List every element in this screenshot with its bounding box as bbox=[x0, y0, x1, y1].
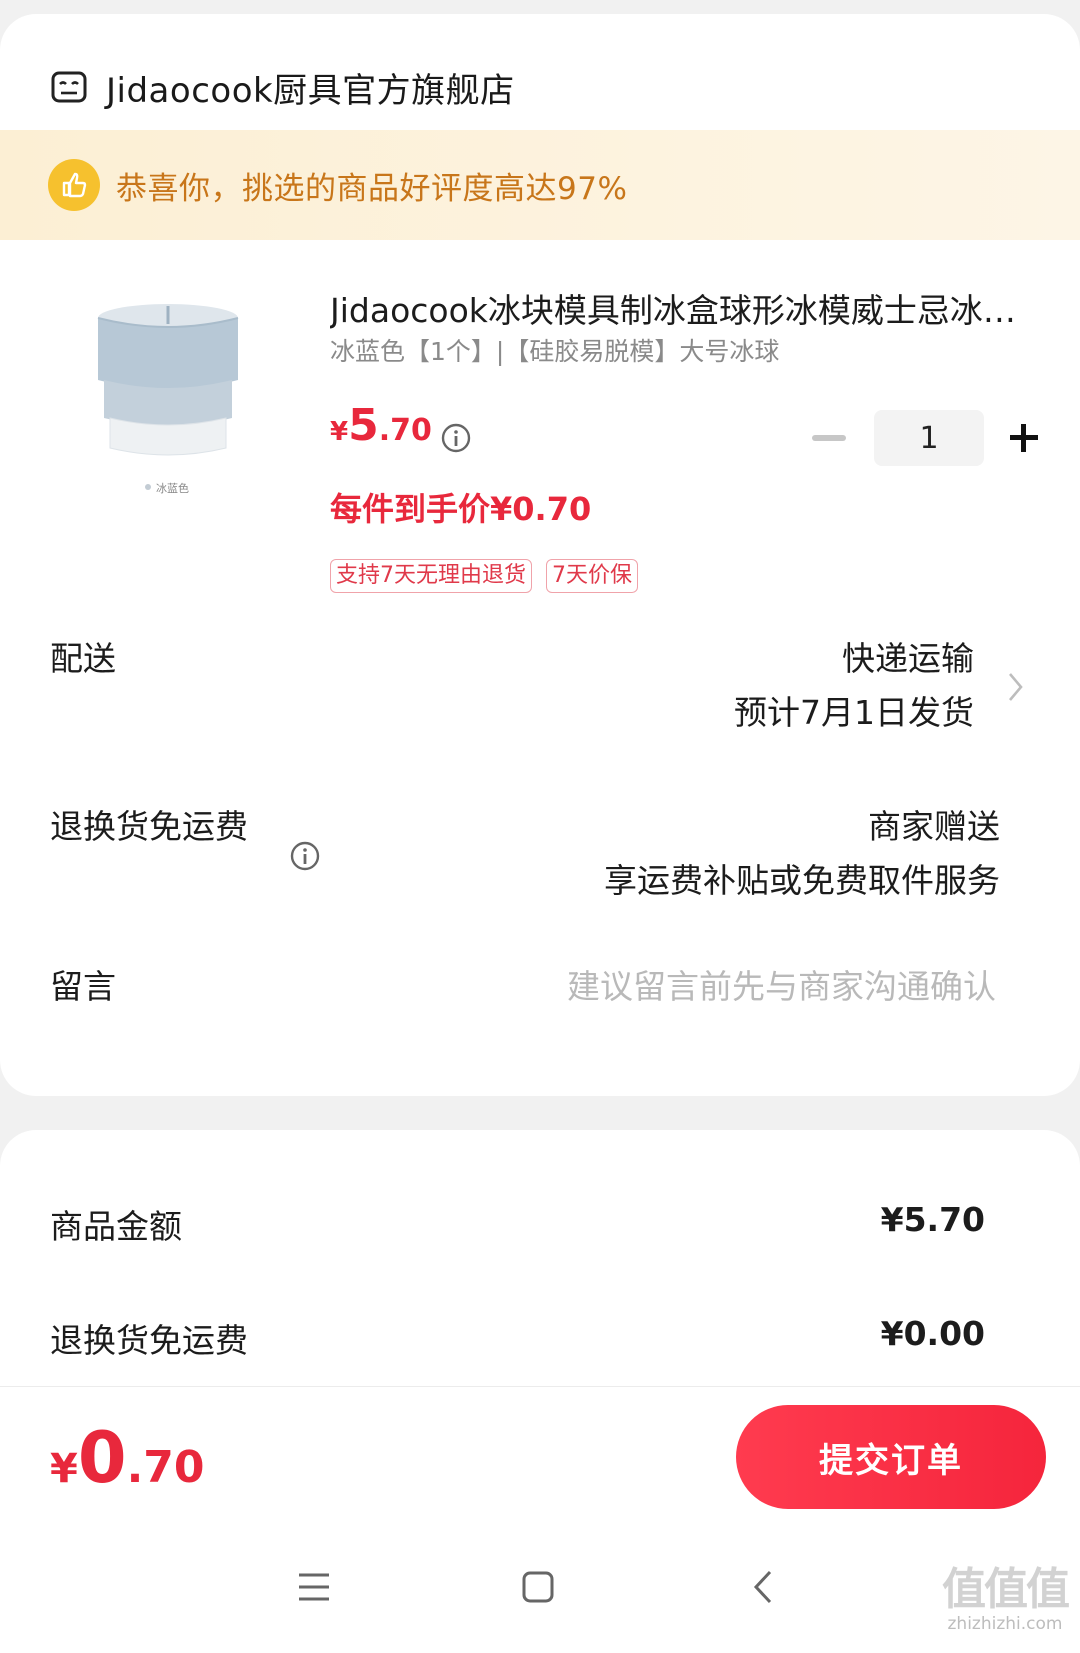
system-nav-bar bbox=[0, 1526, 1080, 1653]
store-icon bbox=[51, 71, 87, 103]
order-card: Jidaocook厨具官方旗舰店 恭喜你，挑选的商品好评度高达97% 冰蓝色 J… bbox=[0, 14, 1080, 1096]
total-price: ¥ 0 .70 bbox=[50, 1417, 205, 1499]
total-currency: ¥ bbox=[50, 1446, 78, 1492]
price-integer: 5 bbox=[348, 400, 379, 451]
product-price: ¥ 5 .70 bbox=[330, 400, 432, 451]
message-input[interactable]: 建议留言前先与商家沟通确认 bbox=[567, 960, 996, 1008]
delivery-method[interactable]: 快递运输 bbox=[842, 632, 974, 680]
rating-banner: 恭喜你，挑选的商品好评度高达97% bbox=[0, 130, 1080, 240]
delivery-estimate: 预计7月1日发货 bbox=[734, 693, 974, 732]
product-image[interactable]: 冰蓝色 bbox=[60, 284, 280, 534]
message-label: 留言 bbox=[50, 967, 116, 1006]
menu-icon[interactable] bbox=[289, 1562, 339, 1612]
price-currency: ¥ bbox=[330, 417, 349, 447]
price-decimal: .70 bbox=[378, 413, 432, 448]
total-integer: 0 bbox=[77, 1417, 127, 1499]
order-confirm-page: Jidaocook厨具官方旗舰店 恭喜你，挑选的商品好评度高达97% 冰蓝色 J… bbox=[0, 0, 1080, 1653]
return-shipping-note: 享运费补贴或免费取件服务 bbox=[604, 861, 1000, 900]
product-image-label: 冰蓝色 bbox=[156, 481, 189, 495]
summary-value-return: ¥0.00 bbox=[880, 1314, 985, 1353]
store-header[interactable]: Jidaocook厨具官方旗舰店 bbox=[50, 50, 515, 124]
summary-label-goods: 商品金额 bbox=[50, 1207, 182, 1246]
increase-quantity-button[interactable] bbox=[1004, 418, 1044, 458]
product-title[interactable]: Jidaocook冰块模具制冰盒球形冰模威士忌冰球模具 bbox=[330, 284, 1020, 332]
service-tags: 支持7天无理由退货 7天价保 bbox=[330, 559, 652, 593]
delivery-label: 配送 bbox=[50, 639, 116, 678]
return-shipping-value: 商家赠送 bbox=[868, 807, 1000, 846]
quantity-stepper: 1 bbox=[812, 410, 1044, 466]
submit-order-button[interactable]: 提交订单 bbox=[736, 1405, 1046, 1509]
quantity-input[interactable]: 1 bbox=[874, 410, 984, 466]
chevron-right-icon[interactable] bbox=[1006, 670, 1026, 704]
return-shipping-label: 退换货免运费 bbox=[50, 807, 248, 846]
store-name: Jidaocook厨具官方旗舰店 bbox=[106, 70, 515, 111]
tag-price-protect: 7天价保 bbox=[546, 559, 638, 593]
thumbs-up-icon bbox=[48, 159, 100, 211]
back-icon[interactable] bbox=[740, 1562, 790, 1612]
checkout-bar: ¥ 0 .70 提交订单 bbox=[0, 1386, 1080, 1526]
watermark-sub: zhizhizhi.com bbox=[947, 1614, 1063, 1634]
decrease-quantity-button[interactable] bbox=[812, 435, 846, 441]
net-price: 每件到手价¥0.70 bbox=[330, 490, 592, 528]
summary-label-return: 退换货免运费 bbox=[50, 1321, 248, 1360]
return-info-icon[interactable] bbox=[289, 840, 321, 872]
rating-banner-text: 恭喜你，挑选的商品好评度高达97% bbox=[116, 170, 628, 207]
watermark: 值值值 zhizhizhi.com bbox=[942, 1564, 1070, 1634]
product-spec[interactable]: 冰蓝色【1个】|【硅胶易脱模】大号冰球 bbox=[330, 332, 1030, 368]
home-icon[interactable] bbox=[513, 1562, 563, 1612]
total-decimal: .70 bbox=[126, 1442, 205, 1493]
tag-return-policy: 支持7天无理由退货 bbox=[330, 559, 532, 593]
summary-value-goods: ¥5.70 bbox=[880, 1200, 985, 1239]
price-info-icon[interactable] bbox=[440, 422, 472, 454]
watermark-main: 值值值 bbox=[942, 1564, 1070, 1615]
